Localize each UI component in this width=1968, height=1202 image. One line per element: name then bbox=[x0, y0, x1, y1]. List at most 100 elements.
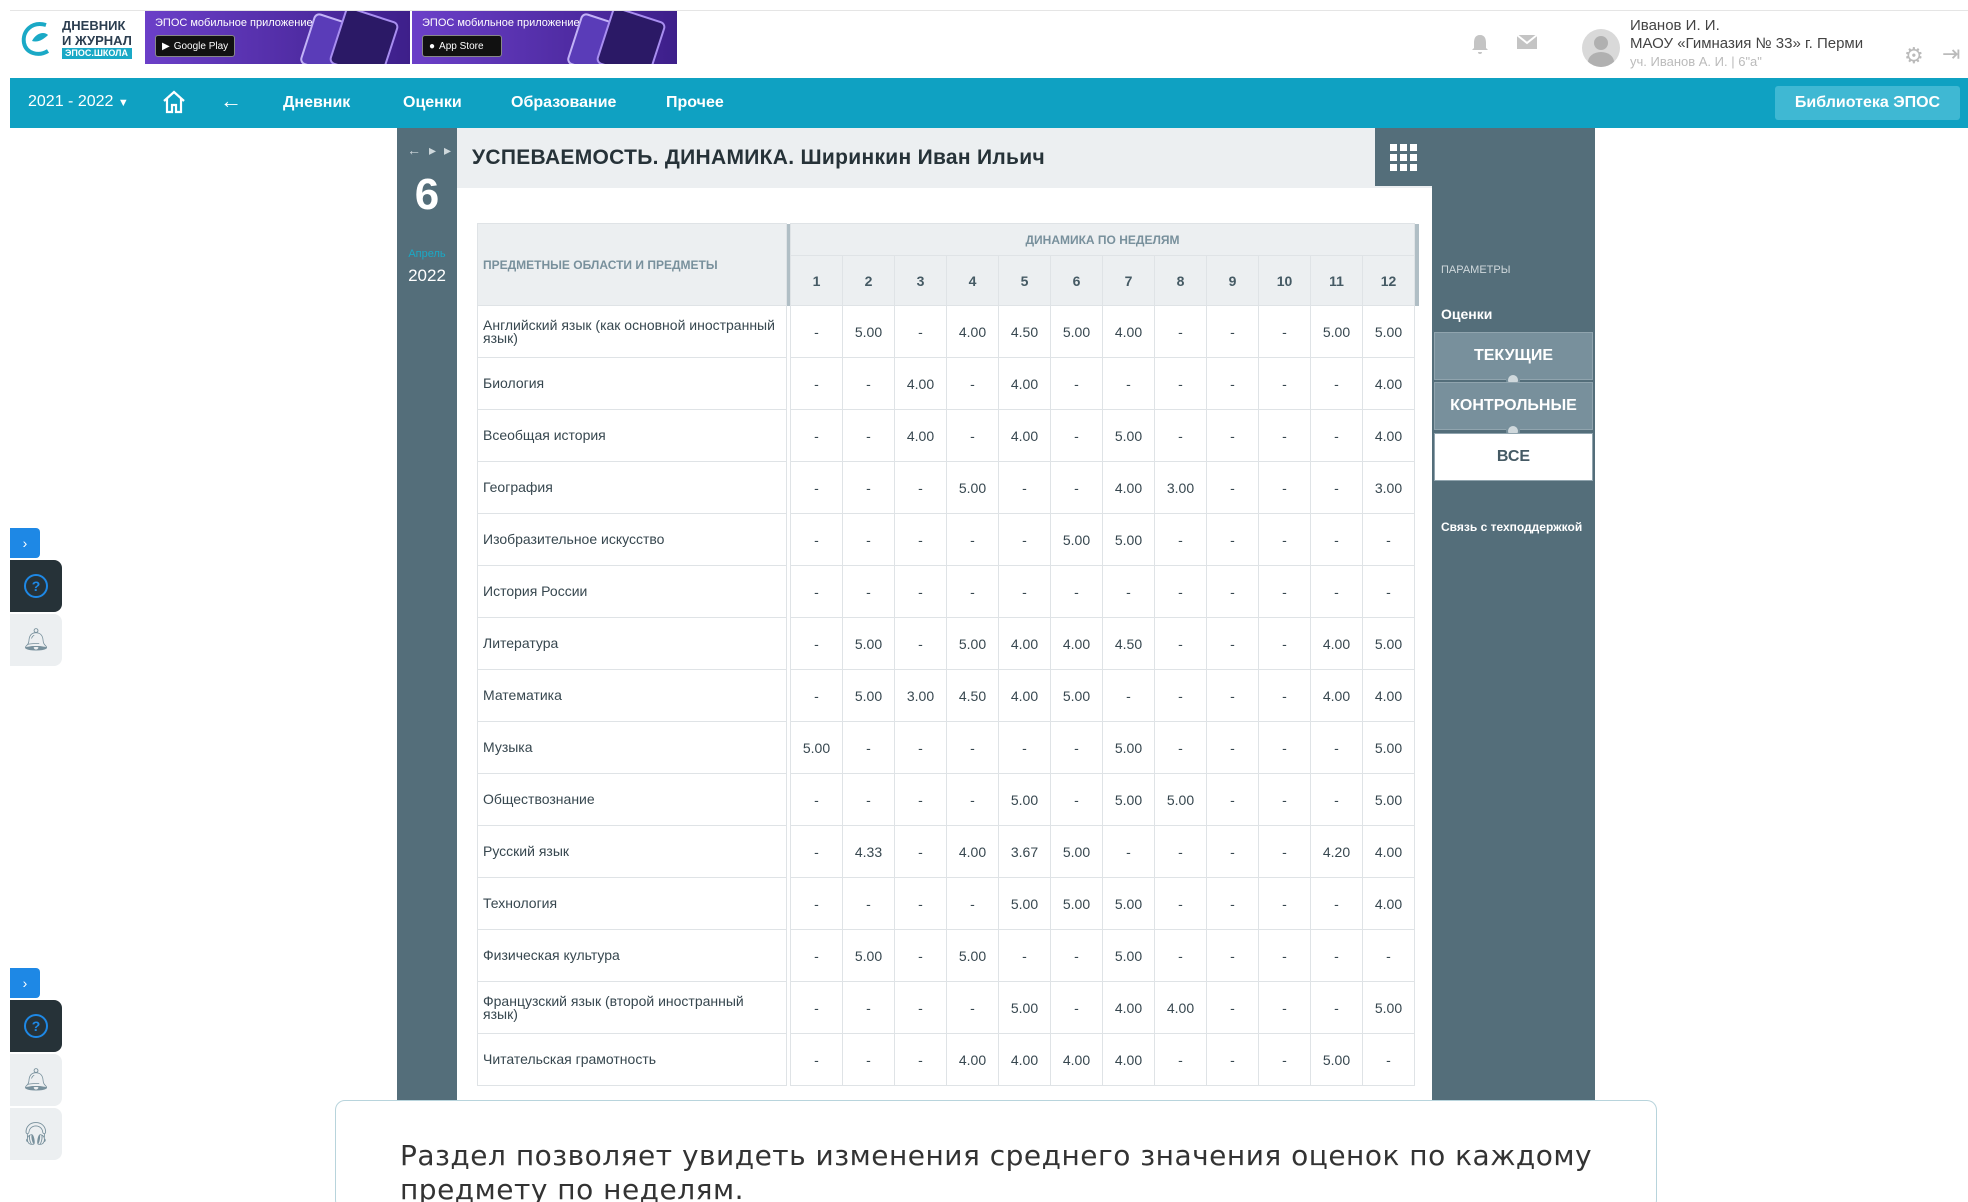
grade-cell: - bbox=[1310, 773, 1363, 826]
nav-grades[interactable]: Оценки bbox=[397, 94, 468, 132]
subject-column-header: ПРЕДМЕТНЫЕ ОБЛАСТИ И ПРЕДМЕТЫ bbox=[477, 223, 787, 306]
app-store-banner[interactable]: ЭПОС мобильное приложение ● App Store bbox=[412, 11, 677, 64]
grade-cell: - bbox=[946, 357, 999, 410]
grade-cell: - bbox=[1206, 929, 1259, 982]
week-header: 4 bbox=[946, 255, 999, 306]
table-row: Французский язык (второй иностранный язы… bbox=[477, 981, 1419, 1034]
subject-name: Французский язык (второй иностранный язы… bbox=[477, 981, 787, 1034]
subject-name: Изобразительное искусство bbox=[477, 513, 787, 566]
grade-cell: 5.00 bbox=[1154, 773, 1207, 826]
notifications-widget[interactable]: 🔔︎ bbox=[10, 614, 62, 666]
logout-icon[interactable]: ⇥ bbox=[1942, 41, 1960, 67]
grade-cell: - bbox=[894, 981, 947, 1034]
nav-education[interactable]: Образование bbox=[511, 94, 616, 112]
library-button[interactable]: Библиотека ЭПОС bbox=[1775, 86, 1960, 120]
grade-cell: - bbox=[1102, 565, 1155, 618]
bell-icon[interactable] bbox=[1470, 33, 1490, 61]
widget-expand-toggle[interactable]: › bbox=[10, 528, 40, 558]
grade-cell: - bbox=[1154, 565, 1207, 618]
grade-cell: - bbox=[998, 929, 1051, 982]
grade-cell: - bbox=[1258, 721, 1311, 774]
grade-cell: 5.00 bbox=[1102, 929, 1155, 982]
week-header: 2 bbox=[842, 255, 895, 306]
date-day: 6 bbox=[414, 170, 440, 219]
grade-cell: - bbox=[894, 773, 947, 826]
mail-icon[interactable] bbox=[1516, 33, 1538, 61]
caret-down-icon: ▼ bbox=[117, 97, 129, 109]
grade-cell: - bbox=[1050, 721, 1103, 774]
grade-cell: - bbox=[790, 825, 843, 878]
week-header: 11 bbox=[1310, 255, 1363, 306]
year-selector[interactable]: 2021 - 2022 ▼ bbox=[28, 93, 129, 111]
scroll-right-handle[interactable] bbox=[1414, 223, 1419, 306]
subject-name: Русский язык bbox=[477, 825, 787, 878]
grade-cell: - bbox=[894, 1033, 947, 1086]
grade-cell: - bbox=[1102, 669, 1155, 722]
grade-cell: - bbox=[790, 305, 843, 358]
grade-cell: - bbox=[842, 409, 895, 462]
help-widget[interactable]: ? bbox=[10, 1000, 62, 1052]
grade-cell: 5.00 bbox=[946, 461, 999, 514]
grade-cell: - bbox=[790, 981, 843, 1034]
apple-icon: ● bbox=[429, 40, 436, 52]
subject-name: Биология bbox=[477, 357, 787, 410]
user-school: МАОУ «Гимназия № 33» г. Перми bbox=[1630, 35, 1864, 52]
grade-cell: 5.00 bbox=[1310, 305, 1363, 358]
grade-cell: - bbox=[1050, 409, 1103, 462]
grade-cell: - bbox=[790, 1033, 843, 1086]
chevron-right-icon: › bbox=[22, 975, 28, 991]
grade-cell: 5.00 bbox=[790, 721, 843, 774]
nav-diary[interactable]: Дневник bbox=[283, 94, 350, 112]
grade-cell: - bbox=[790, 461, 843, 514]
grade-cell: 5.00 bbox=[1362, 305, 1415, 358]
year-label: 2021 - 2022 bbox=[28, 93, 114, 110]
help-widget[interactable]: ? bbox=[10, 560, 62, 612]
header-icons bbox=[1470, 33, 1538, 61]
notifications-widget[interactable]: 🔔︎ bbox=[10, 1054, 62, 1106]
subject-name: Музыка bbox=[477, 721, 787, 774]
google-play-banner[interactable]: ЭПОС мобильное приложение ▶ Google Play bbox=[145, 11, 410, 64]
grade-cell: - bbox=[1050, 773, 1103, 826]
grade-cell: - bbox=[1258, 825, 1311, 878]
grade-cell: 4.00 bbox=[998, 409, 1051, 462]
grade-cell: 5.00 bbox=[1102, 877, 1155, 930]
mode-all-button[interactable]: ВСЕ bbox=[1434, 433, 1593, 481]
grade-cell: - bbox=[1310, 929, 1363, 982]
apps-grid-icon[interactable] bbox=[1375, 128, 1432, 186]
grade-cell: 5.00 bbox=[998, 981, 1051, 1034]
grade-cell: 3.00 bbox=[894, 669, 947, 722]
grade-cell: 5.00 bbox=[1050, 513, 1103, 566]
grade-cell: 5.00 bbox=[1362, 721, 1415, 774]
grade-cell: 3.00 bbox=[1362, 461, 1415, 514]
table-row: Всеобщая история - -4.00-4.00-5.00- - - -4.00 bbox=[477, 409, 1419, 462]
back-arrow-icon[interactable]: ← bbox=[220, 88, 242, 114]
banner-title: ЭПОС мобильное приложение bbox=[155, 17, 313, 29]
grade-cell: 4.00 bbox=[1362, 357, 1415, 410]
grade-cell: - bbox=[1154, 1033, 1207, 1086]
grade-cell: 4.00 bbox=[1102, 1033, 1155, 1086]
grade-cell: - bbox=[1206, 409, 1259, 462]
home-icon[interactable] bbox=[160, 88, 188, 121]
subject-name: Технология bbox=[477, 877, 787, 930]
grade-cell: 4.00 bbox=[998, 1033, 1051, 1086]
date-nav-arrows[interactable]: ←▸▸ bbox=[407, 142, 459, 159]
grade-cell: - bbox=[842, 461, 895, 514]
table-row: Физическая культура -5.00-5.00- -5.00- - - - - bbox=[477, 929, 1419, 982]
widget-expand-toggle[interactable]: › bbox=[10, 968, 40, 998]
table-row: Математика -5.00 3.00 4.50 4.00 5.00- - - -4.00 4… bbox=[477, 669, 1419, 722]
nav-other[interactable]: Прочее bbox=[666, 94, 724, 112]
grade-cell: - bbox=[1050, 929, 1103, 982]
support-link[interactable]: Связь с техподдержкой bbox=[1441, 520, 1582, 534]
grade-cell: - bbox=[946, 773, 999, 826]
grade-cell: - bbox=[842, 1033, 895, 1086]
grade-cell: 5.00 bbox=[998, 877, 1051, 930]
main-panel: УСПЕВАЕМОСТЬ. ДИНАМИКА. Ширинкин Иван Ил… bbox=[457, 128, 1432, 1108]
grade-cell: - bbox=[1258, 305, 1311, 358]
user-profile[interactable]: Иванов И. И. МАОУ «Гимназия № 33» г. Пер… bbox=[1582, 17, 1863, 71]
grade-cell: 5.00 bbox=[1362, 773, 1415, 826]
gear-icon[interactable]: ⚙ bbox=[1904, 43, 1924, 69]
mode-control-button[interactable]: КОНТРОЛЬНЫЕ bbox=[1434, 382, 1593, 430]
app-logo[interactable]: ДНЕВНИК И ЖУРНАЛ ЭПОС.ШКОЛА bbox=[18, 17, 132, 59]
support-widget[interactable]: 🎧︎ bbox=[10, 1108, 62, 1160]
grade-cell: 4.00 bbox=[1310, 669, 1363, 722]
